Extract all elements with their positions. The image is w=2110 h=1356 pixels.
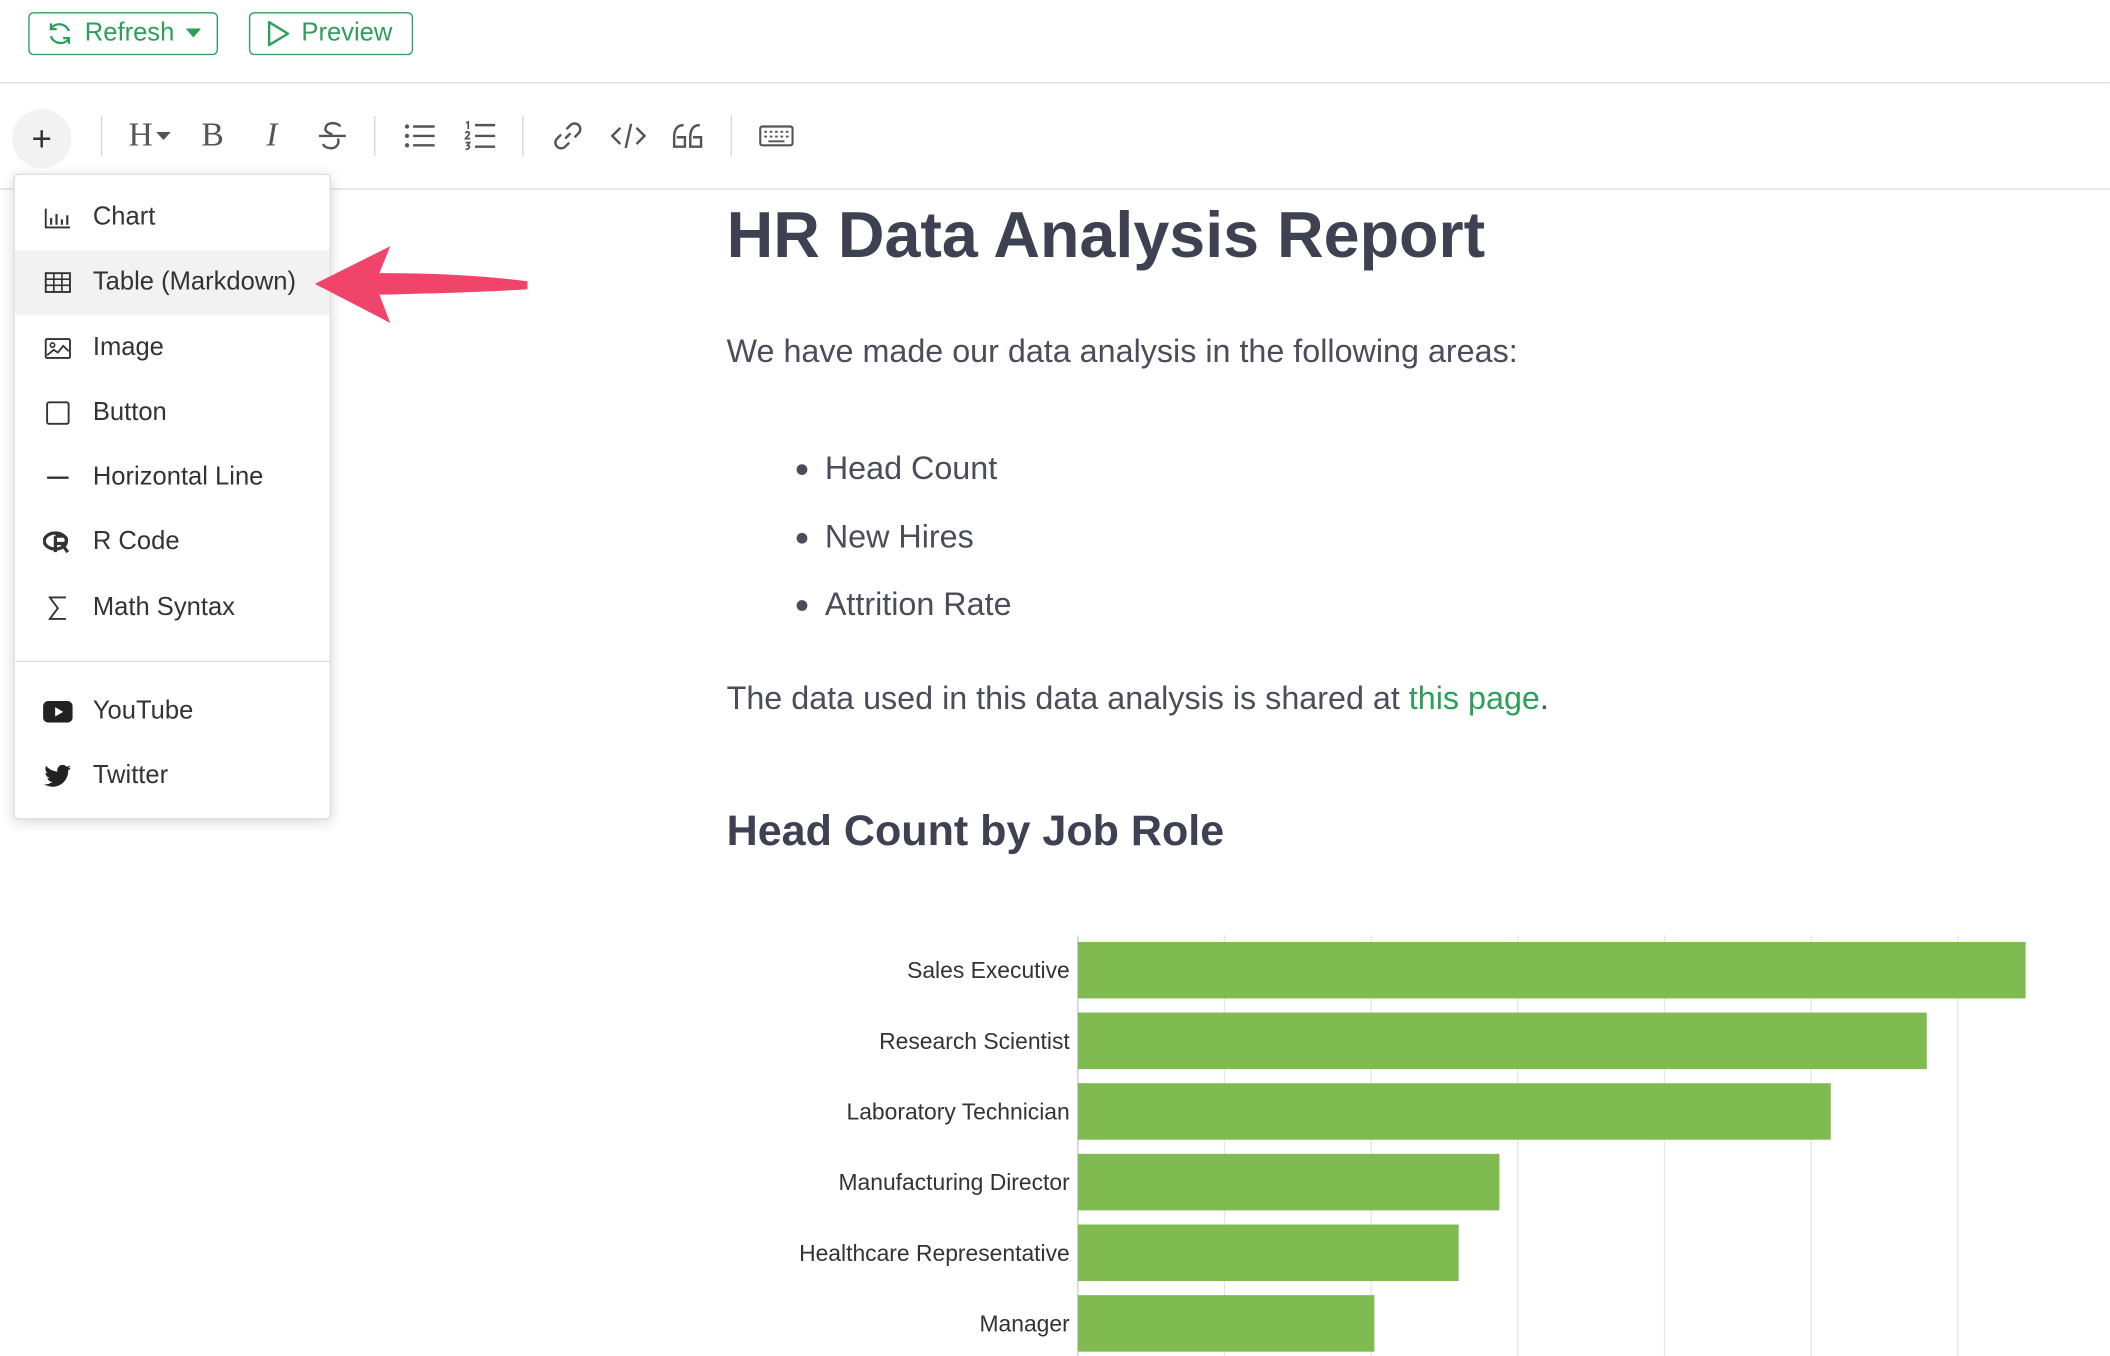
- menu-item-label: Image: [92, 333, 164, 362]
- bullet-icon: [796, 532, 808, 544]
- menu-item-label: Horizontal Line: [92, 462, 264, 492]
- menu-item-twitter[interactable]: Twitter: [15, 744, 330, 809]
- refresh-button[interactable]: Refresh: [28, 12, 218, 56]
- strikethrough-button[interactable]: [315, 114, 350, 157]
- bullet-icon: [796, 600, 808, 612]
- quote-button[interactable]: [670, 114, 705, 157]
- list-item: Head Count: [796, 436, 1012, 504]
- button-icon: [43, 398, 73, 428]
- refresh-icon: [49, 23, 71, 45]
- bullet-list-button[interactable]: [402, 114, 437, 157]
- numbered-list-button[interactable]: [463, 114, 498, 157]
- menu-item-image[interactable]: Image: [15, 316, 330, 381]
- horizontal-line-icon: [43, 463, 73, 493]
- strikethrough-icon: [318, 121, 346, 150]
- document-title: HR Data Analysis Report: [726, 200, 1486, 272]
- numbered-list-icon: [464, 121, 496, 151]
- keyboard-icon: [759, 125, 794, 147]
- chart-category-label: Laboratory Technician: [847, 1099, 1070, 1125]
- menu-item-table-markdown[interactable]: Table (Markdown): [14, 250, 330, 315]
- r-logo-icon: [43, 527, 73, 557]
- menu-item-math-syntax[interactable]: Math Syntax: [15, 576, 330, 641]
- chart-bar[interactable]: [1077, 1224, 1459, 1282]
- table-icon: [43, 268, 73, 298]
- menu-item-r-code[interactable]: R Code: [15, 510, 330, 575]
- menu-item-label: Button: [92, 398, 167, 427]
- toolbar-divider: [522, 115, 524, 157]
- head-count-bar-chart: Sales Executive Research Scientist Laborat…: [799, 935, 2026, 1356]
- insert-menu: Chart Table (Markdown) Image Button Hori…: [13, 173, 332, 820]
- refresh-label: Refresh: [84, 18, 175, 48]
- data-source-paragraph: The data used in this data analysis is s…: [726, 680, 1549, 718]
- menu-item-label: Twitter: [92, 761, 169, 790]
- top-bar: Refresh Preview: [0, 0, 2110, 84]
- twitter-icon: [43, 762, 73, 792]
- chart-category-label: Research Scientist: [879, 1028, 1070, 1054]
- toolbar-divider: [730, 115, 733, 157]
- link-button[interactable]: [550, 114, 585, 157]
- preview-button[interactable]: Preview: [248, 12, 414, 56]
- chart-category-label: Manufacturing Director: [839, 1169, 1071, 1195]
- menu-item-button[interactable]: Button: [15, 381, 330, 446]
- play-icon: [267, 20, 290, 47]
- chart-category-label: Healthcare Representative: [799, 1240, 1070, 1266]
- caret-down-icon: [185, 28, 201, 38]
- chart-category-label: Manager: [980, 1310, 1071, 1336]
- analysis-areas-list: Head Count New Hires Attrition Rate: [796, 436, 1012, 640]
- menu-item-label: YouTube: [92, 697, 194, 726]
- code-button[interactable]: [610, 114, 648, 157]
- toolbar-divider: [100, 115, 103, 157]
- insert-plus-button[interactable]: +: [12, 108, 72, 169]
- chart-bar[interactable]: [1077, 941, 2026, 999]
- caret-down-icon: [155, 131, 171, 140]
- annotation-arrow-icon: [314, 246, 528, 323]
- chart-category-label: Sales Executive: [907, 957, 1070, 983]
- menu-item-label: Table (Markdown): [92, 267, 297, 297]
- bold-button[interactable]: B: [196, 114, 228, 157]
- sigma-icon: [43, 593, 73, 623]
- menu-divider: [14, 660, 330, 663]
- chart-bar[interactable]: [1077, 1295, 1375, 1352]
- italic-button[interactable]: I: [256, 114, 288, 157]
- chart-bar[interactable]: [1077, 1012, 1927, 1070]
- keyboard-button[interactable]: [758, 114, 796, 157]
- data-source-link[interactable]: this page: [1409, 681, 1540, 717]
- preview-label: Preview: [301, 18, 393, 48]
- bullet-list-icon: [404, 124, 435, 148]
- chart-bar[interactable]: [1077, 1083, 1831, 1140]
- bullet-icon: [796, 464, 808, 476]
- menu-item-chart[interactable]: Chart: [15, 186, 330, 251]
- heading-button[interactable]: H: [124, 114, 175, 157]
- chart-bar[interactable]: [1077, 1153, 1500, 1211]
- quote-icon: [672, 123, 703, 148]
- link-icon: [554, 122, 582, 150]
- youtube-icon: [43, 697, 73, 727]
- heading-label: H: [128, 117, 153, 154]
- menu-item-label: R Code: [92, 527, 180, 556]
- code-icon: [610, 123, 646, 149]
- chart-icon: [43, 203, 73, 233]
- toolbar-divider: [374, 115, 376, 157]
- section-title: Head Count by Job Role: [726, 806, 1225, 855]
- list-item: Attrition Rate: [796, 572, 1012, 640]
- menu-item-label: Math Syntax: [92, 593, 235, 622]
- image-icon: [43, 334, 73, 364]
- menu-item-horizontal-line[interactable]: Horizontal Line: [15, 445, 330, 510]
- intro-paragraph: We have made our data analysis in the fo…: [726, 333, 1518, 371]
- list-item: New Hires: [796, 504, 1012, 572]
- menu-item-label: Chart: [92, 203, 156, 232]
- menu-item-youtube[interactable]: YouTube: [15, 680, 330, 745]
